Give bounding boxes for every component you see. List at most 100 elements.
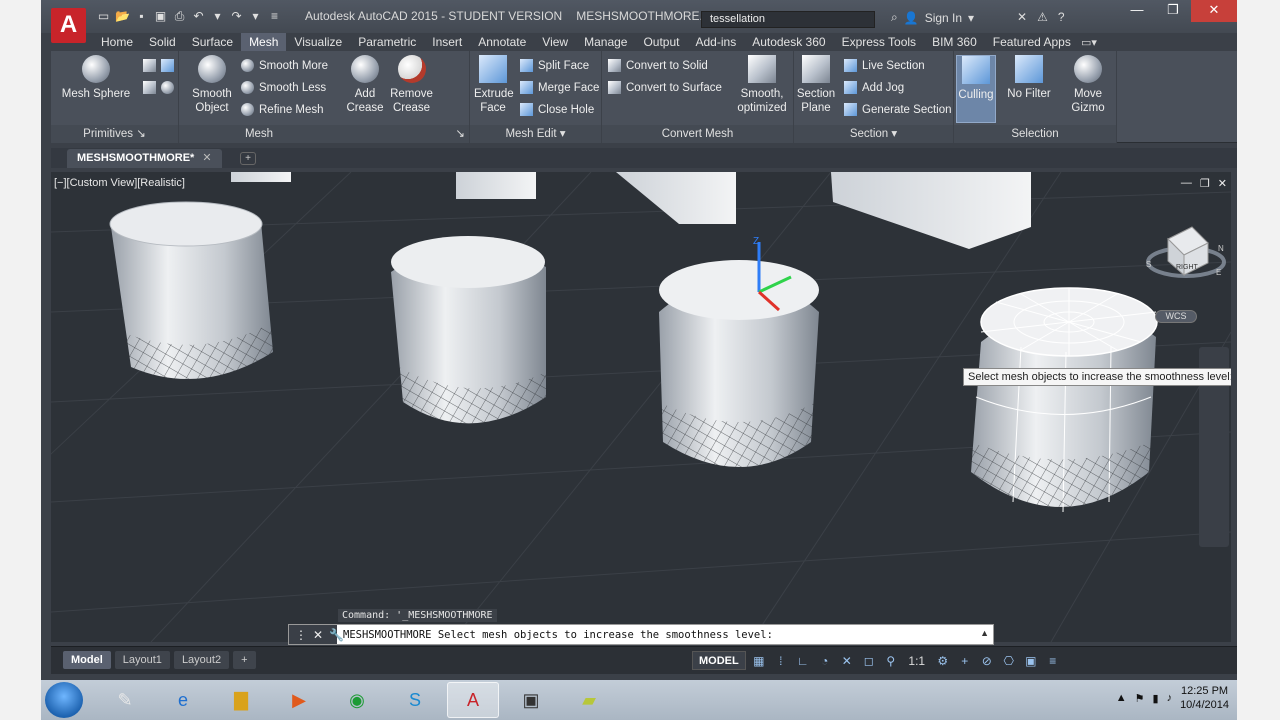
dialog-launcher-icon[interactable]: ↘ bbox=[136, 128, 146, 140]
add-jog-button[interactable]: Add Jog bbox=[844, 81, 904, 94]
mesh-wedge-icon[interactable] bbox=[161, 59, 174, 72]
clean-screen-icon[interactable]: ▣ bbox=[1022, 652, 1040, 670]
camtasia-icon[interactable]: ▣ bbox=[505, 682, 557, 718]
smooth-object-button[interactable]: Smooth Object bbox=[187, 55, 237, 115]
community-icon[interactable]: ⚠ bbox=[1037, 10, 1048, 24]
tab-model[interactable]: Model bbox=[63, 651, 111, 669]
exchange-apps-icon[interactable]: ✕ bbox=[1017, 10, 1027, 24]
redo-icon[interactable]: ↷ bbox=[229, 9, 244, 24]
tab-bim-360[interactable]: BIM 360 bbox=[924, 33, 985, 51]
application-menu-button[interactable]: A bbox=[51, 8, 86, 43]
wcs-menu[interactable]: WCS bbox=[1155, 310, 1197, 323]
tab-layout2[interactable]: Layout2 bbox=[173, 651, 230, 669]
close-icon[interactable]: ✕ bbox=[1218, 177, 1227, 190]
split-face-button[interactable]: Split Face bbox=[520, 59, 589, 72]
convert-to-solid-button[interactable]: Convert to Solid bbox=[608, 59, 708, 72]
sign-in-link[interactable]: Sign In bbox=[925, 11, 962, 25]
taskbar-app-pen-icon[interactable]: ✎ bbox=[99, 682, 151, 718]
tab-layout1[interactable]: Layout1 bbox=[114, 651, 170, 669]
restore-icon[interactable]: ❐ bbox=[1155, 0, 1191, 22]
mesh-cylinder-2[interactable] bbox=[391, 236, 546, 424]
tab-addins[interactable]: Add-ins bbox=[688, 33, 745, 51]
binoculars-icon[interactable]: ⌕ bbox=[891, 10, 898, 25]
tab-solid[interactable]: Solid bbox=[141, 33, 184, 51]
mesh-cylinder-3[interactable] bbox=[659, 260, 819, 467]
tab-mesh[interactable]: Mesh bbox=[241, 33, 287, 51]
internet-explorer-icon[interactable]: e bbox=[157, 682, 209, 718]
grid-icon[interactable]: ▦ bbox=[750, 652, 768, 670]
undo-dropdown-icon[interactable]: ▾ bbox=[210, 9, 225, 24]
volume-icon[interactable]: ♪ bbox=[1167, 692, 1173, 704]
tab-home[interactable]: Home bbox=[93, 33, 141, 51]
tab-insert[interactable]: Insert bbox=[424, 33, 470, 51]
snap-icon[interactable]: ⁞ bbox=[772, 652, 790, 670]
drawing-viewport[interactable]: Z RIGHT S E N [−][Custom View][Realistic… bbox=[51, 172, 1231, 642]
panel-mesh-edit-title[interactable]: Mesh Edit ▾ bbox=[470, 125, 601, 143]
save-icon[interactable]: ▪ bbox=[134, 9, 149, 24]
model-space-button[interactable]: MODEL bbox=[692, 651, 746, 670]
hardware-icon[interactable]: ⎔ bbox=[1000, 652, 1018, 670]
merge-face-button[interactable]: Merge Face bbox=[520, 81, 599, 94]
add-crease-button[interactable]: Add Crease bbox=[345, 55, 385, 115]
tray-arrow-icon[interactable]: ▲ bbox=[1116, 692, 1127, 704]
tab-annotate[interactable]: Annotate bbox=[470, 33, 534, 51]
viewcube-compass[interactable]: RIGHT S E N bbox=[1146, 226, 1226, 278]
undo-icon[interactable]: ↶ bbox=[191, 9, 206, 24]
restore-icon[interactable]: ❐ bbox=[1200, 177, 1210, 190]
chevron-down-icon[interactable]: ▾ bbox=[891, 128, 897, 140]
close-icon[interactable]: ✕ bbox=[202, 152, 211, 164]
print-icon[interactable]: ⎙ bbox=[172, 9, 187, 24]
tab-autodesk-360[interactable]: Autodesk 360 bbox=[744, 33, 833, 51]
tab-manage[interactable]: Manage bbox=[576, 33, 635, 51]
remove-crease-button[interactable]: Remove Crease bbox=[389, 55, 434, 115]
tab-express-tools[interactable]: Express Tools bbox=[834, 33, 924, 51]
dialog-launcher-mesh[interactable]: ↘ bbox=[339, 125, 469, 143]
smooth-less-button[interactable]: Smooth Less bbox=[241, 81, 326, 94]
close-icon[interactable]: ✕ bbox=[1191, 0, 1237, 22]
annotation-icon[interactable]: ⚲ bbox=[882, 652, 900, 670]
help-icon[interactable]: ? bbox=[1058, 10, 1065, 24]
panel-mesh-title[interactable]: Mesh bbox=[179, 125, 339, 143]
command-line[interactable]: ⋮ ✕ 🔧 MESHSMOOTHMORE Select mesh objects… bbox=[288, 624, 994, 645]
smooth-more-button[interactable]: Smooth More bbox=[241, 59, 328, 72]
doc-tab-meshsmoothmore[interactable]: MESHSMOOTHMORE* ✕ bbox=[67, 149, 222, 168]
sticky-notes-icon[interactable]: ▰ bbox=[563, 682, 615, 718]
background-box[interactable] bbox=[456, 172, 536, 199]
minimize-icon[interactable]: — bbox=[1181, 177, 1192, 190]
network-icon[interactable]: ▮ bbox=[1153, 692, 1159, 705]
generate-section-button[interactable]: Generate Section bbox=[844, 103, 952, 116]
command-input[interactable]: MESHSMOOTHMORE Select mesh objects to in… bbox=[337, 629, 773, 641]
refine-mesh-button[interactable]: Refine Mesh bbox=[241, 103, 324, 116]
polar-icon[interactable]: ◔ bbox=[816, 652, 834, 670]
isolate-icon[interactable]: ⊘ bbox=[978, 652, 996, 670]
saveas-icon[interactable]: ▣ bbox=[153, 9, 168, 24]
mesh-cylinder-4-selected[interactable] bbox=[971, 287, 1158, 513]
chevron-down-icon[interactable]: ▾ bbox=[560, 128, 566, 140]
clock[interactable]: 12:25 PM 10/4/2014 bbox=[1180, 684, 1229, 712]
tab-featured-apps[interactable]: Featured Apps bbox=[985, 33, 1079, 51]
tab-view[interactable]: View bbox=[534, 33, 576, 51]
culling-button[interactable]: Culling bbox=[956, 55, 996, 123]
mesh-cylinder-1[interactable] bbox=[109, 201, 273, 379]
minimize-icon[interactable]: — bbox=[1119, 0, 1155, 22]
gear-icon[interactable]: ⚙ bbox=[934, 652, 952, 670]
convert-to-surface-button[interactable]: Convert to Surface bbox=[608, 81, 722, 94]
primitive-box-button[interactable] bbox=[143, 59, 174, 72]
isodraft-icon[interactable]: ✕ bbox=[838, 652, 856, 670]
close-icon[interactable]: ✕ bbox=[313, 628, 323, 642]
panel-section-title[interactable]: Section ▾ bbox=[794, 125, 953, 143]
new-tab-plus-icon[interactable]: + bbox=[240, 152, 256, 165]
background-box[interactable] bbox=[831, 172, 1031, 249]
plus-icon[interactable]: + bbox=[956, 652, 974, 670]
skype-icon[interactable]: S bbox=[389, 682, 441, 718]
tab-output[interactable]: Output bbox=[635, 33, 687, 51]
background-box[interactable] bbox=[231, 172, 291, 182]
autocad-taskbar-icon[interactable]: A bbox=[447, 682, 499, 718]
history-arrow-icon[interactable]: ▲ bbox=[980, 628, 989, 638]
mesh-sphere-button[interactable]: Mesh Sphere bbox=[61, 55, 131, 101]
viewport-controls-label[interactable]: [−][Custom View][Realistic] bbox=[54, 177, 185, 189]
ortho-icon[interactable]: ∟ bbox=[794, 652, 812, 670]
media-player-icon[interactable]: ▶ bbox=[273, 682, 325, 718]
background-box[interactable] bbox=[616, 172, 736, 224]
section-plane-button[interactable]: Section Plane bbox=[796, 55, 836, 115]
